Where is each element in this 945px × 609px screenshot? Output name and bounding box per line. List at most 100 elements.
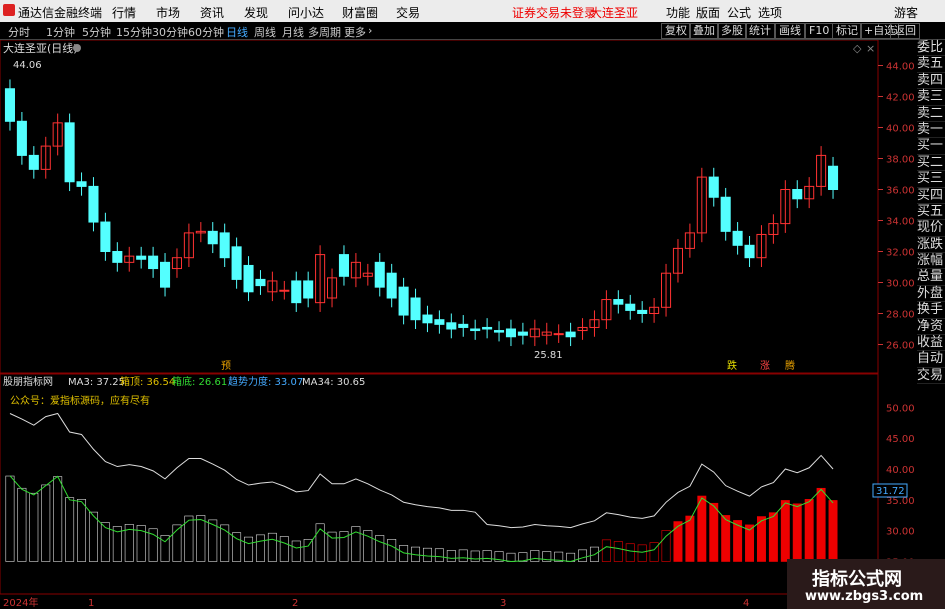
close-icon[interactable]: × [866, 42, 875, 55]
period-multi[interactable]: 多周期 [308, 24, 341, 40]
indicator-tick: 30.00 [886, 527, 915, 538]
menu-item-shichang[interactable]: 市场 [156, 4, 180, 21]
indicator-bar [780, 500, 790, 562]
candle-body [386, 272, 397, 299]
guest-label[interactable]: 游客 [894, 4, 918, 21]
period-weekly[interactable]: 周线 [254, 24, 276, 40]
side-item[interactable]: 卖一 [917, 122, 945, 139]
side-item[interactable]: 委比 [917, 40, 945, 57]
quote-side-panel[interactable]: 委比 卖五 卖四 卖三 卖二 卖一 买一 买二 买三 买四 买五 现价 涨跌 涨幅 总量 外盘 换手 净资 收益 自动… [917, 40, 945, 385]
candle-body [100, 221, 111, 253]
side-item[interactable]: 买一 [917, 138, 945, 155]
indicator-bar [88, 511, 98, 562]
indicator-bar [291, 540, 301, 562]
indicator-ma3: MA3: 37.25 [68, 377, 125, 388]
btn-fuquan[interactable]: 复权 [661, 23, 691, 39]
app-logo-icon [3, 4, 15, 16]
candle-body [828, 165, 839, 190]
indicator-top: 箱顶: 36.54 [120, 375, 175, 388]
side-item[interactable]: 自动 [917, 351, 945, 368]
diamond-icon[interactable]: ◇ [853, 42, 862, 55]
side-item[interactable]: 现价 [917, 220, 945, 237]
btn-f10[interactable]: F10 [805, 23, 834, 39]
chevron-right-icon[interactable]: › [368, 24, 372, 37]
stock-name-title: 大连圣亚 [590, 6, 639, 20]
btn-diejia[interactable]: 叠加 [689, 23, 719, 39]
btn-tongji[interactable]: 统计 [745, 23, 775, 39]
side-item[interactable]: 总量 [917, 269, 945, 286]
side-item[interactable]: 买四 [917, 188, 945, 204]
period-monthly[interactable]: 月线 [282, 24, 304, 40]
kline-chart[interactable]: 44.00 42.00 40.00 38.00 36.00 34.00 32.00 30.00… [0, 40, 945, 609]
candle-body [613, 299, 624, 305]
menu-item-banmian[interactable]: 版面 [696, 4, 720, 21]
period-daily[interactable]: 日线 [226, 24, 248, 40]
indicator-bar [29, 492, 39, 562]
candle-body [64, 122, 75, 183]
side-item[interactable]: 卖五 [917, 56, 945, 73]
menu-item-wenxiaoda[interactable]: 问小达 [288, 4, 324, 21]
menu-item-caifuquan[interactable]: 财富圈 [342, 4, 378, 21]
indicator-name[interactable]: 股朋指标网 [3, 375, 53, 388]
side-item[interactable]: 换手 [917, 302, 945, 319]
side-item[interactable]: 涨幅 [917, 253, 945, 270]
indicator-bar [697, 495, 707, 562]
side-item[interactable]: 净资 [917, 319, 945, 336]
menu-item-faxian[interactable]: 发现 [244, 4, 268, 21]
price-tick: 38.00 [886, 155, 915, 166]
indicator-bar [65, 497, 75, 562]
marker-yu: 预 [221, 360, 231, 372]
indicator-bar [279, 536, 289, 562]
side-item[interactable]: 涨跌 [917, 237, 945, 254]
xaxis-month-4: 4 [743, 598, 749, 609]
indicator-bar [244, 536, 254, 562]
side-item[interactable]: 交易 [917, 368, 945, 385]
indicator-bar [506, 552, 516, 562]
menu-item-zixun[interactable]: 资讯 [200, 4, 224, 21]
price-tick: 30.00 [886, 279, 915, 290]
marker-teng: 腾 [785, 359, 795, 372]
candle-body [291, 280, 302, 304]
side-item[interactable]: 卖四 [917, 73, 945, 90]
side-item[interactable]: 买五 [917, 204, 945, 221]
menu-item-xuanxiang[interactable]: 选项 [758, 4, 782, 21]
indicator-tick: 40.00 [886, 465, 915, 476]
period-15min[interactable]: 15分钟 [116, 24, 152, 40]
btn-huaxian[interactable]: 画线 [775, 23, 805, 39]
side-item[interactable]: 卖二 [917, 106, 945, 122]
indicator-bar [17, 487, 27, 562]
side-item[interactable]: 买三 [917, 171, 945, 188]
indicator-bar [434, 548, 444, 562]
side-item[interactable]: 买二 [917, 155, 945, 172]
period-60min[interactable]: 60分钟 [188, 24, 224, 40]
period-more[interactable]: 更多 [344, 24, 366, 40]
period-1min[interactable]: 1分钟 [46, 24, 75, 40]
indicator-bar [446, 550, 456, 562]
period-5min[interactable]: 5分钟 [82, 24, 111, 40]
candle-body [410, 297, 421, 321]
menu-item-jiaoyi[interactable]: 交易 [396, 4, 420, 21]
btn-biaoji[interactable]: 标记 [832, 23, 862, 39]
candle-body [470, 328, 481, 332]
side-item[interactable]: 卖三 [917, 89, 945, 106]
side-item[interactable]: 收益 [917, 335, 945, 352]
period-fenshi[interactable]: 分时 [8, 24, 30, 40]
watermark: 指标公式网 www.zbgs3.com [787, 559, 945, 609]
menu-item-gongshi[interactable]: 公式 [727, 4, 751, 21]
menu-item-gongneng[interactable]: 功能 [666, 4, 690, 21]
marker-zhang: 涨 [760, 360, 770, 372]
candle-body [517, 331, 528, 336]
login-warning[interactable]: 证券交易未登录 [512, 4, 596, 21]
btn-duogu[interactable]: 多股 [717, 23, 747, 39]
menu-item-hangqing[interactable]: 行情 [112, 4, 136, 21]
indicator-bar [5, 475, 15, 562]
indicator-bar [673, 521, 683, 562]
candles [4, 79, 839, 347]
period-30min[interactable]: 30分钟 [152, 24, 188, 40]
settings-circle-icon[interactable] [73, 44, 81, 52]
btn-fanhui[interactable]: 返回 [890, 23, 920, 39]
candle-body [88, 185, 99, 223]
side-item[interactable]: 外盘 [917, 286, 945, 303]
candle-body [434, 319, 445, 325]
candle-body [553, 333, 564, 336]
